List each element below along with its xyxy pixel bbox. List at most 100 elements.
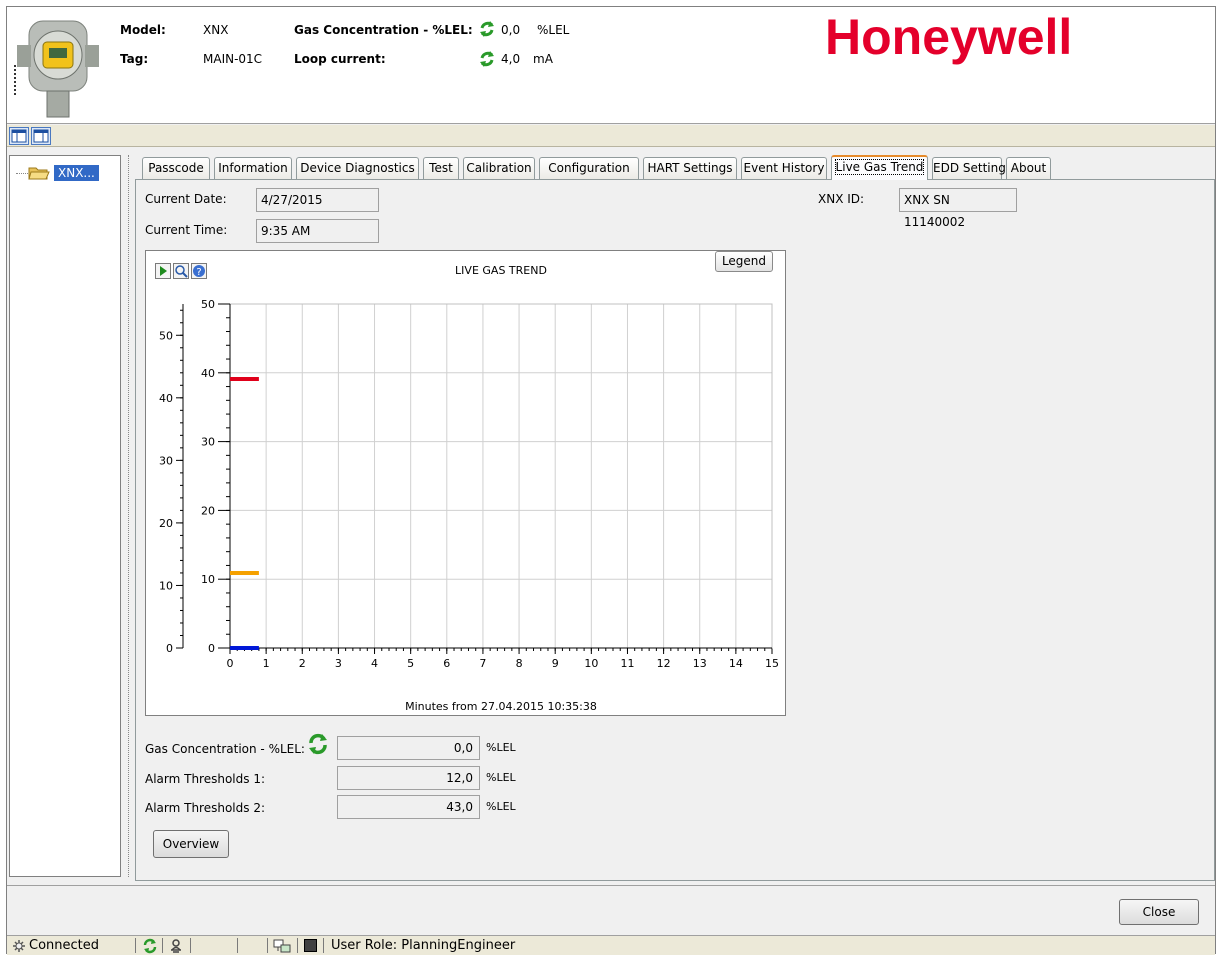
tab-edd-settings[interactable]: EDD Settings <box>932 157 1012 179</box>
tab-label: Configuration <box>548 161 630 175</box>
inner-y-tick-label: 10 <box>201 573 215 586</box>
tab-event-history[interactable]: Event History <box>741 157 827 179</box>
legend-button[interactable]: Legend <box>715 251 773 272</box>
tab-hart-settings[interactable]: HART Settings <box>643 157 737 179</box>
status-divider <box>135 938 136 953</box>
tab-configuration[interactable]: Configuration <box>539 157 639 179</box>
x-tick-label: 4 <box>371 657 378 670</box>
outer-y-tick-label: 50 <box>159 329 173 342</box>
gas-concentration-label: Gas Concentration - %LEL: <box>145 742 305 756</box>
chart-title: LIVE GAS TREND <box>455 264 547 277</box>
device-image <box>14 20 99 118</box>
network-icon[interactable] <box>273 938 291 954</box>
tree-item-label: XNX... <box>54 165 99 181</box>
connection-status: Connected <box>29 938 100 953</box>
honeywell-logo: Honeywell <box>825 9 1073 65</box>
tab-label: Calibration <box>466 161 532 175</box>
tree-item-xnx[interactable]: XNX... <box>16 164 99 182</box>
alarm-threshold-1-unit: %LEL <box>486 771 516 784</box>
gas-concentration-field: 0,0 <box>337 736 480 760</box>
gas-concentration-unit: %LEL <box>486 741 516 754</box>
x-tick-label: 13 <box>693 657 707 670</box>
current-date-field: 4/27/2015 <box>256 188 379 212</box>
refresh-icon[interactable] <box>478 50 496 68</box>
model-value: XNX <box>203 23 229 37</box>
x-tick-label: 8 <box>516 657 523 670</box>
zoom-icon[interactable] <box>173 263 189 279</box>
tab-calibration[interactable]: Calibration <box>463 157 535 179</box>
status-divider <box>297 938 298 953</box>
folder-icon <box>28 167 50 180</box>
status-divider <box>267 938 268 953</box>
loop-current-unit: mA <box>533 52 553 66</box>
x-tick-label: 7 <box>479 657 486 670</box>
tab-label: Test <box>429 161 453 175</box>
tag-label: Tag: <box>120 52 149 66</box>
tab-passcode[interactable]: Passcode <box>142 157 210 179</box>
stop-icon[interactable] <box>304 939 317 952</box>
x-tick-label: 10 <box>584 657 598 670</box>
play-icon[interactable] <box>155 263 171 279</box>
tab-device-diagnostics[interactable]: Device Diagnostics <box>296 157 419 179</box>
outer-y-tick-label: 30 <box>159 454 173 467</box>
connection-icon <box>13 940 25 952</box>
status-bar: Connected User Role: PlanningEngineer <box>7 935 1215 955</box>
x-tick-label: 6 <box>443 657 450 670</box>
inner-y-tick-label: 50 <box>201 298 215 311</box>
alarm-threshold-2-label: Alarm Thresholds 2: <box>145 801 266 815</box>
layout-alt-icon[interactable] <box>31 127 51 145</box>
alarm-threshold-2-field: 43,0 <box>337 795 480 819</box>
live-gas-trend-chart: LIVE GAS TREND 0 1 2 3 4 5 6 7 8 9 10 11 12 13 14 15 0 10 2… <box>145 250 786 716</box>
alarm-threshold-1-label: Alarm Thresholds 1: <box>145 772 266 786</box>
tab-label: EDD Settings <box>933 161 1013 175</box>
tree-connector <box>16 172 28 174</box>
tab-label: Information <box>218 161 288 175</box>
refresh-icon[interactable] <box>478 20 496 38</box>
tab-test[interactable]: Test <box>423 157 459 179</box>
x-axis-label: Minutes from 27.04.2015 10:35:38 <box>405 700 597 713</box>
plot-frame <box>229 303 773 649</box>
gas-concentration-unit: %LEL <box>537 23 570 37</box>
model-label: Model: <box>120 23 166 37</box>
overview-button[interactable]: Overview <box>153 830 229 858</box>
svg-text:?: ? <box>196 267 201 278</box>
tab-information[interactable]: Information <box>214 157 292 179</box>
inner-y-tick-label: 20 <box>201 504 215 517</box>
inner-y-tick-label: 0 <box>208 642 215 655</box>
dialog-footer: Close <box>7 885 1215 935</box>
loop-current-value: 4,0 <box>501 52 521 66</box>
close-button[interactable]: Close <box>1119 899 1199 925</box>
tab-label: HART Settings <box>647 161 733 175</box>
splitter[interactable] <box>128 155 132 877</box>
user-role: User Role: PlanningEngineer <box>331 938 516 953</box>
toolbar <box>7 125 1215 147</box>
xnx-id-field: XNX SN 11140002 <box>899 188 1017 229</box>
user-icon[interactable] <box>168 938 184 954</box>
outer-y-tick-label: 10 <box>159 579 173 592</box>
status-divider <box>190 938 191 953</box>
tab-live-gas-trend[interactable]: Live Gas Trend <box>831 155 928 180</box>
refresh-icon[interactable] <box>142 938 158 954</box>
status-divider <box>162 938 163 953</box>
tab-label: Event History <box>743 161 825 175</box>
tab-label: Live Gas Trend <box>834 159 925 175</box>
help-icon[interactable]: ? <box>191 263 207 279</box>
live-gas-trend-panel: Current Date: 4/27/2015 Current Time: 9:… <box>135 179 1215 881</box>
outer-y-tick-label: 40 <box>159 392 173 405</box>
current-date-label: Current Date: <box>145 192 227 206</box>
tab-label: Passcode <box>148 161 204 175</box>
x-tick-label: 3 <box>335 657 342 670</box>
x-tick-label: 11 <box>620 657 634 670</box>
inner-y-tick-label: 40 <box>201 367 215 380</box>
alarm-threshold-1-field: 12,0 <box>337 766 480 790</box>
status-divider <box>323 938 324 953</box>
outer-y-tick-label: 20 <box>159 517 173 530</box>
application-window: Model: XNX Tag: MAIN-01C Gas Concentrati… <box>6 6 1216 955</box>
refresh-icon[interactable] <box>307 733 329 755</box>
outer-y-tick-label: 0 <box>166 642 173 655</box>
tab-about[interactable]: About <box>1006 157 1051 179</box>
x-tick-label: 1 <box>263 657 270 670</box>
layout-icon[interactable] <box>9 127 29 145</box>
x-tick-label: 2 <box>299 657 306 670</box>
x-tick-label: 14 <box>729 657 743 670</box>
